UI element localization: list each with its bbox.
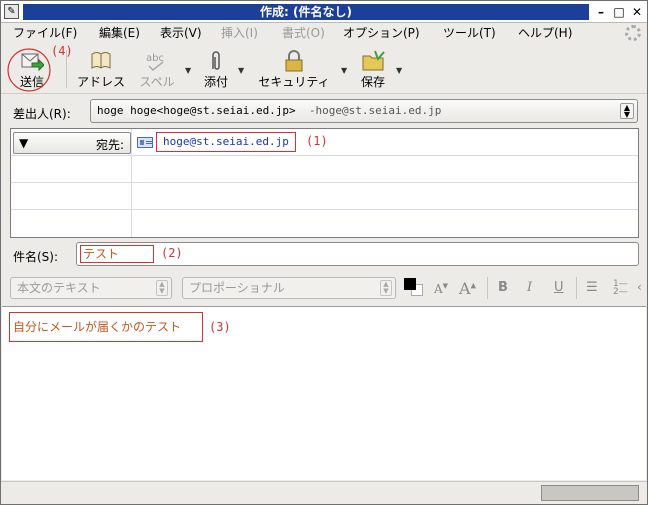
security-button[interactable]: セキュリティ [253, 47, 335, 91]
address-button[interactable]: アドレス [71, 47, 131, 91]
outdent-icon[interactable]: ‹ [637, 280, 642, 294]
format-separator [576, 277, 577, 299]
security-label: セキュリティ [258, 75, 330, 89]
annotation-circle-4 [7, 48, 51, 92]
message-body-editor[interactable]: 自分にメールが届くかのテスト (3) [2, 306, 646, 480]
minimize-icon[interactable]: – [593, 4, 609, 20]
menu-view[interactable]: 表示(V) [160, 25, 202, 41]
menu-file[interactable]: ファイル(F) [13, 25, 77, 41]
smaller-font-icon[interactable]: A▼ [434, 282, 448, 296]
text-color-swatch[interactable] [404, 278, 416, 290]
address-book-icon [91, 52, 111, 69]
save-label: 保存 [360, 75, 385, 89]
menu-help[interactable]: ヘルプ(H) [518, 25, 572, 41]
from-select[interactable]: hoge hoge<hoge@st.seiai.ed.jp> -hoge@st.… [90, 99, 638, 123]
recipient-row[interactable] [11, 156, 638, 183]
spellcheck-icon: abc [146, 53, 164, 72]
paragraph-format-select[interactable]: 本文のテキスト ▲ ▼ [10, 277, 172, 299]
attach-label: 添付 [203, 75, 228, 89]
subject-label: 件名(S): [13, 250, 59, 264]
recipient-row[interactable] [11, 183, 638, 210]
paragraph-select-arrow-icon: ▲ ▼ [156, 280, 168, 296]
address-label: アドレス [76, 75, 125, 89]
menu-tools[interactable]: ツール(T) [443, 25, 496, 41]
paperclip-icon [212, 51, 220, 70]
font-select-arrow-icon: ▲ ▼ [380, 280, 392, 296]
bullet-list-icon[interactable]: ☰ [586, 280, 598, 295]
italic-icon[interactable]: I [527, 280, 532, 295]
font-value: プロポーショナル [189, 281, 285, 295]
spell-label: スペル [139, 75, 175, 89]
format-toolbar: 本文のテキスト ▲ ▼ プロポーショナル ▲ ▼ A▼ A▲ B I U ☰ 1— 2… [1, 271, 647, 305]
menu-insert[interactable]: 挿入(I) [221, 25, 258, 41]
message-body-text[interactable]: 自分にメールが届くかのテスト [9, 312, 203, 342]
progress-bar [541, 485, 639, 501]
from-value-group: hoge hoge<hoge@st.seiai.ed.jp> -hoge@st.… [97, 104, 441, 117]
main-toolbar: 送信 アドレス abc スペル ▼ 添付 ▼ セキュリティ ▼ 保存 ▼ (4) [1, 44, 647, 94]
annotation-4: (4) [51, 44, 73, 58]
status-bar [1, 481, 647, 504]
from-label: 差出人(R): [13, 107, 71, 121]
attach-dropdown-icon[interactable]: ▼ [238, 66, 244, 75]
compose-window: ✎ 作成: (件名なし) – □ ✕ ファイル(F) 編集(E) 表示(V) 挿… [0, 0, 648, 505]
contact-card-icon [137, 137, 153, 148]
maximize-icon[interactable]: □ [611, 4, 627, 20]
recipient-address-input[interactable]: hoge@st.seiai.ed.jp [156, 132, 296, 152]
window-menu-icon[interactable]: ✎ [4, 4, 19, 19]
bold-icon[interactable]: B [498, 280, 508, 295]
format-separator [487, 277, 488, 299]
annotation-2: (2) [161, 246, 183, 260]
menu-options[interactable]: オプション(P) [343, 25, 420, 41]
paragraph-format-value: 本文のテキスト [17, 281, 101, 295]
close-icon[interactable]: ✕ [629, 4, 645, 20]
from-select-arrow-icon: ▲ ▼ [620, 103, 634, 119]
title-bar: ✎ 作成: (件名なし) – □ ✕ [1, 1, 647, 23]
font-select[interactable]: プロポーショナル ▲ ▼ [182, 277, 396, 299]
subject-value[interactable]: テスト [80, 245, 154, 263]
from-value: hoge hoge<hoge@st.seiai.ed.jp> [97, 104, 296, 117]
security-dropdown-icon[interactable]: ▼ [341, 66, 347, 75]
menu-bar: ファイル(F) 編集(E) 表示(V) 挿入(I) 書式(O) オプション(P)… [1, 23, 647, 43]
spell-dropdown-icon[interactable]: ▼ [185, 66, 191, 75]
save-button[interactable]: 保存 [355, 47, 391, 91]
numbered-list-icon[interactable]: 1— 2— [613, 280, 628, 297]
underline-icon[interactable]: U [554, 280, 564, 295]
annotation-3: (3) [209, 320, 231, 334]
window-title: 作成: (件名なし) [260, 5, 352, 19]
spell-button[interactable]: abc スペル [135, 47, 179, 91]
annotation-1: (1) [306, 134, 328, 148]
from-secondary: -hoge@st.seiai.ed.jp [308, 104, 442, 117]
save-folder-icon [362, 50, 385, 71]
activity-throbber-icon [625, 25, 641, 41]
recipient-row[interactable] [11, 210, 638, 237]
lock-icon [285, 50, 303, 72]
larger-font-icon[interactable]: A▲ [459, 279, 476, 298]
save-dropdown-icon[interactable]: ▼ [396, 66, 402, 75]
svg-text:abc: abc [146, 53, 164, 64]
attach-button[interactable]: 添付 [197, 47, 235, 91]
recipient-type-label: 宛先: [95, 138, 124, 152]
recipient-type-icon: ▼ [19, 136, 29, 150]
recipient-type-select[interactable]: ▼ 宛先: [13, 132, 131, 154]
menu-edit[interactable]: 編集(E) [99, 25, 140, 41]
menu-format[interactable]: 書式(O) [282, 25, 325, 41]
